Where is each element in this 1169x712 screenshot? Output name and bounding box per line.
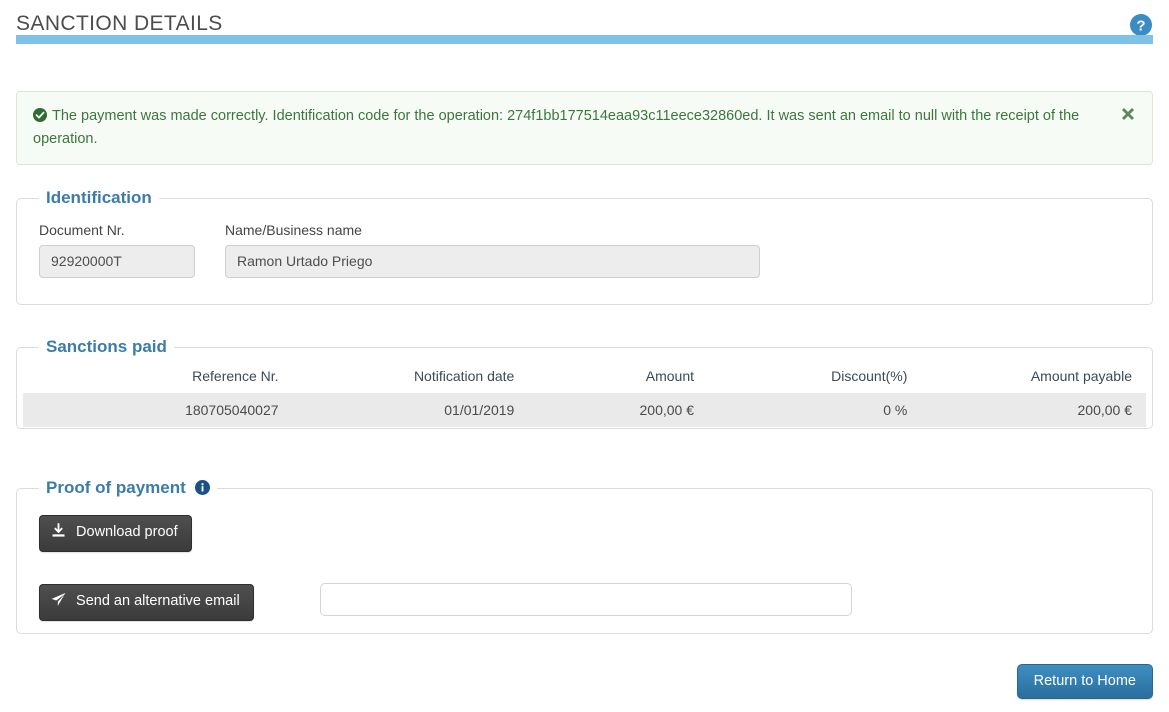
name-label: Name/Business name (225, 222, 362, 238)
send-alternative-email-button[interactable]: Send an alternative email (39, 584, 254, 621)
table-row: 180705040027 01/01/2019 200,00 € 0 % 200… (23, 393, 1146, 427)
document-number-field[interactable]: 92920000T (39, 245, 195, 278)
name-field[interactable]: Ramon Urtado Priego (225, 245, 760, 278)
send-alternative-email-label: Send an alternative email (76, 593, 240, 609)
sanctions-paid-legend: Sanctions paid (39, 336, 174, 358)
alert-message: The payment was made correctly. Identifi… (33, 106, 1106, 150)
cell-reference: 180705040027 (23, 393, 293, 427)
download-icon (51, 523, 70, 542)
cell-amount-payable: 200,00 € (921, 393, 1146, 427)
download-proof-button[interactable]: Download proof (39, 515, 192, 552)
column-header-amount-payable: Amount payable (1030, 368, 1132, 384)
sanctions-table: Reference Nr. Notification date Amount D… (23, 359, 1146, 427)
help-circle-icon[interactable]: ? (1129, 13, 1153, 37)
document-number-label: Document Nr. (39, 222, 125, 238)
close-icon[interactable] (1118, 106, 1138, 126)
cell-amount: 200,00 € (528, 393, 709, 427)
svg-text:?: ? (1136, 17, 1145, 34)
alternative-email-input[interactable] (320, 583, 852, 616)
column-header-notification-date: Notification date (413, 368, 515, 384)
return-to-home-button[interactable]: Return to Home (1016, 664, 1153, 699)
identification-section: Identification Document Nr. 92920000T Na… (16, 187, 1153, 305)
proof-of-payment-body: Download proof Send an alternative email (17, 489, 1152, 633)
cell-notification-date: 01/01/2019 (292, 393, 529, 427)
download-proof-label: Download proof (76, 524, 178, 540)
cell-discount: 0 % (708, 393, 922, 427)
table-header-row: Reference Nr. Notification date Amount D… (23, 359, 1146, 393)
proof-of-payment-section: Proof of payment Download proof Send an … (16, 477, 1153, 634)
page-title: SANCTION DETAILS (16, 12, 223, 35)
column-header-amount: Amount (645, 368, 695, 384)
paper-plane-icon (51, 593, 70, 611)
column-header-reference: Reference Nr. (192, 368, 279, 384)
page-root: SANCTION DETAILS ? The payment was made … (0, 0, 1169, 712)
document-number-group: Document Nr. 92920000T (39, 221, 195, 278)
name-group: Name/Business name Ramon Urtado Priego (225, 221, 760, 278)
sanctions-table-wrap: Reference Nr. Notification date Amount D… (17, 348, 1152, 427)
column-header-discount: Discount(%) (831, 368, 908, 384)
identification-body: Document Nr. 92920000T Name/Business nam… (17, 199, 1152, 278)
success-alert: The payment was made correctly. Identifi… (16, 91, 1153, 165)
sanctions-paid-section: Sanctions paid Reference Nr. Notificatio… (16, 336, 1153, 429)
alert-message-text: The payment was made correctly. Identifi… (33, 108, 1080, 147)
title-underline-bar (16, 35, 1153, 44)
check-circle-icon (33, 108, 47, 129)
